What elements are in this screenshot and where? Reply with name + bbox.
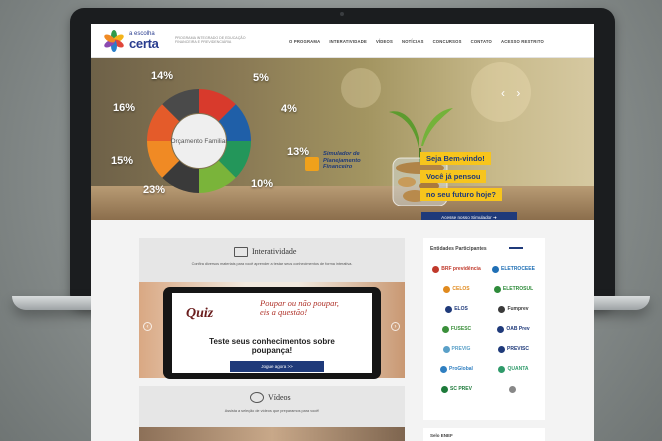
entity-logo-icon <box>441 325 449 333</box>
tablet-screen: Quiz Poupar ou não poupar, eis a questão… <box>172 293 372 373</box>
entity-logo-icon <box>498 305 506 313</box>
entity-logo-icon <box>492 265 500 273</box>
entity-logo[interactable]: OAB Prev <box>488 322 539 336</box>
entity-logo-label: BRF previdência <box>441 266 481 272</box>
entity-logo[interactable]: BRF previdência <box>431 262 482 276</box>
callout-question: Você já pensou <box>420 170 487 183</box>
nav-contato[interactable]: CONTATO <box>471 39 492 44</box>
videos-header: Vídeos Assista a seleção de vídeos que p… <box>139 386 405 427</box>
hero-nav-arrows[interactable]: ‹ › <box>501 86 524 100</box>
entity-logo-label: ELOS <box>454 306 468 312</box>
calculator-icon <box>305 157 319 171</box>
quiz-tagline: Poupar ou não poupar, eis a questão! <box>260 298 339 317</box>
tablet-image: Quiz Poupar ou não poupar, eis a questão… <box>163 287 381 379</box>
logo[interactable]: a escolha certa <box>103 30 175 52</box>
callout-future: no seu futuro hoje? <box>420 188 502 201</box>
camera <box>340 12 344 16</box>
entity-logo-icon <box>493 285 501 293</box>
interatividade-title[interactable]: Interatividade <box>252 247 296 256</box>
interatividade-desc: Confira diversos materiais para você apr… <box>191 262 353 266</box>
nav-videos[interactable]: VÍDEOS <box>376 39 393 44</box>
website-screen: a escolha certa PROGRAMA INTEGRADO DE ED… <box>91 24 594 441</box>
pct-label: 16% <box>113 102 136 114</box>
entity-logo-icon <box>441 385 449 393</box>
pct-label: 5% <box>253 72 269 84</box>
nav-concursos[interactable]: CONCURSOS <box>433 39 462 44</box>
hero-banner[interactable]: Orçamento Familiar 14% 5% 16% 4% 15% 13%… <box>91 58 594 220</box>
quiz-word: Quiz <box>186 306 214 321</box>
entity-logo-icon <box>440 365 448 373</box>
entity-logo[interactable]: Fumprev <box>488 302 539 316</box>
entity-logo-icon <box>445 305 453 313</box>
entity-logo[interactable]: ELOS <box>431 302 482 316</box>
entity-logo-icon <box>432 265 440 273</box>
selo-enef-title: Selo ENEF <box>423 428 545 441</box>
nav-noticias[interactable]: NOTÍCIAS <box>402 39 424 44</box>
entity-logo[interactable]: ELETROSUL <box>488 282 539 296</box>
pct-label: 23% <box>143 184 166 196</box>
slider-next-icon[interactable]: › <box>391 322 400 331</box>
content-left: Interatividade Confira diversos materiai… <box>139 238 405 441</box>
play-now-button[interactable]: Jogue agora >> <box>230 361 324 372</box>
bokeh-light <box>341 68 381 108</box>
logo-subtitle: PROGRAMA INTEGRADO DE EDUCAÇÃO FINANCEIR… <box>175 36 246 45</box>
entities-panel: Entidades Participantes BRF previdência E… <box>423 238 545 420</box>
entity-logo[interactable]: FUSESC <box>431 322 482 336</box>
entities-title: Entidades Participantes <box>430 246 487 252</box>
decor-mark <box>509 247 523 251</box>
entity-logo-icon <box>442 345 450 353</box>
entity-logo-label: CELOS <box>452 286 470 292</box>
entity-logo-icon <box>498 345 506 353</box>
entity-logo[interactable]: SC PREV <box>431 382 482 396</box>
logo-flower-icon <box>104 30 124 52</box>
main-nav: O PROGRAMA INTERATIVIDADE VÍDEOS NOTÍCIA… <box>289 39 544 44</box>
entity-logo[interactable] <box>488 382 539 396</box>
pct-label: 15% <box>111 155 134 167</box>
videos-title[interactable]: Vídeos <box>268 393 291 402</box>
simulator-button[interactable]: Acesse nosso Simulador ➜ <box>421 212 517 220</box>
entity-logo-label: OAB Prev <box>506 326 530 332</box>
entity-logo-icon <box>497 325 505 333</box>
pct-label: 10% <box>251 178 274 190</box>
videos-desc: Assista a seleção de vídeos que preparam… <box>224 409 320 413</box>
logo-big-text: certa <box>129 36 159 51</box>
pct-label: 14% <box>151 70 174 82</box>
nav-interatividade[interactable]: INTERATIVIDADE <box>329 39 367 44</box>
entity-logo[interactable]: ELETROCEEE <box>488 262 539 276</box>
entity-logo-icon <box>443 285 451 293</box>
quiz-subtitle: Teste seus conhecimentos sobre poupança! <box>209 337 335 355</box>
donut-center-label: Orçamento Familiar <box>170 138 228 145</box>
entity-logo-label: ELETROSUL <box>502 286 534 292</box>
entity-logo[interactable]: PREVISC <box>488 342 539 356</box>
entity-logo-label: QUANTA <box>507 366 529 372</box>
callout-welcome: Seja Bem-vindo! <box>420 152 491 165</box>
entity-logo-label: ProGlobal <box>449 366 473 372</box>
pct-label: 4% <box>281 103 297 115</box>
video-thumbnail[interactable] <box>139 427 405 441</box>
play-icon <box>234 247 248 257</box>
interatividade-header: Interatividade Confira diversos materiai… <box>139 238 405 282</box>
entity-logos: BRF previdência ELETROCEEE CELOS ELETROSUL E… <box>431 262 539 396</box>
entity-logo-label: SC PREV <box>450 386 472 392</box>
nav-acesso-restrito[interactable]: ACESSO RESTRITO <box>501 39 544 44</box>
quiz-slider[interactable]: ‹ Quiz Poupar ou não poupar, eis a quest… <box>139 282 405 379</box>
site-header: a escolha certa PROGRAMA INTEGRADO DE ED… <box>91 24 594 58</box>
entity-logo-label: Fumprev <box>507 306 529 312</box>
entity-logo-label: PREVISC <box>507 346 529 352</box>
slider-prev-icon[interactable]: ‹ <box>143 322 152 331</box>
entity-logo-label: FUSESC <box>450 326 472 332</box>
entity-logo-icon <box>498 365 506 373</box>
entity-logo-label: PREVIG <box>451 346 471 352</box>
simulator-label[interactable]: Simulador de Planejamento Financeiro <box>323 151 383 171</box>
entity-logo[interactable]: PREVIG <box>431 342 482 356</box>
entity-logo[interactable]: ProGlobal <box>431 362 482 376</box>
entity-logo-label: ELETROCEEE <box>501 266 535 272</box>
entity-logo[interactable]: QUANTA <box>488 362 539 376</box>
entity-logo[interactable]: CELOS <box>431 282 482 296</box>
entity-logo-icon <box>509 385 516 393</box>
nav-programa[interactable]: O PROGRAMA <box>289 39 320 44</box>
video-camera-icon <box>250 392 264 403</box>
